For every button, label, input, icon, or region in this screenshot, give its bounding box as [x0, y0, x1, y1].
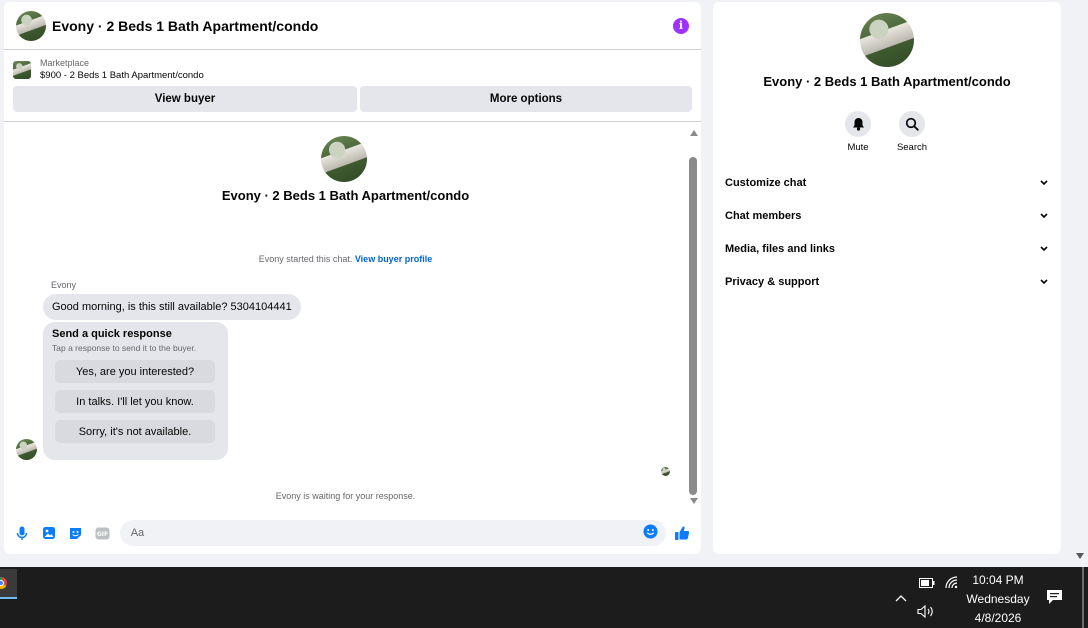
- info-avatar[interactable]: [860, 13, 914, 67]
- view-buyer-button[interactable]: View buyer: [13, 86, 357, 112]
- quick-response-button[interactable]: Yes, are you interested?: [55, 360, 215, 383]
- volume-icon[interactable]: [916, 604, 936, 618]
- info-icon[interactable]: i: [673, 17, 689, 34]
- bell-icon: [845, 111, 871, 137]
- clock-date: 4/8/2026: [974, 611, 1022, 625]
- thumbs-up-icon[interactable]: [674, 525, 690, 541]
- listing-thumbnail: [13, 60, 31, 79]
- started-text: Evony started this chat.: [258, 254, 353, 264]
- section-label: Privacy & support: [725, 276, 820, 288]
- chat-title[interactable]: Evony · 2 Beds 1 Bath Apartment/condo: [52, 18, 673, 34]
- section-label: Chat members: [725, 210, 802, 222]
- section-customize-chat[interactable]: Customize chat: [725, 173, 1049, 193]
- mute-label: Mute: [847, 142, 869, 153]
- message-bubble[interactable]: Good morning, is this still available? 5…: [43, 294, 301, 320]
- quick-response-subtitle: Tap a response to send it to the buyer.: [52, 343, 197, 353]
- chrome-icon: [0, 577, 7, 589]
- quick-response-button[interactable]: Sorry, it's not available.: [55, 420, 215, 443]
- taskbar: 10:04 PM Wednesday 4/8/2026: [0, 567, 1088, 628]
- scroll-up-arrow[interactable]: [690, 130, 698, 136]
- quick-response-button[interactable]: In talks. I'll let you know.: [55, 390, 215, 413]
- search-button[interactable]: Search: [887, 111, 937, 153]
- clock-time: 10:04 PM: [972, 573, 1024, 587]
- marketplace-listing[interactable]: Marketplace $900 - 2 Beds 1 Bath Apartme…: [4, 50, 701, 81]
- composer: GIF Aa: [4, 516, 701, 550]
- chevron-down-icon: [1039, 277, 1049, 287]
- chat-panel: Evony · 2 Beds 1 Bath Apartment/condo i …: [4, 2, 701, 554]
- listing-title: $900 - 2 Beds 1 Bath Apartment/condo: [40, 70, 204, 81]
- chevron-down-icon: [1039, 211, 1049, 221]
- page-scroll-down-arrow[interactable]: [1076, 553, 1084, 559]
- sender-name: Evony: [51, 280, 77, 290]
- message-list: Evony · 2 Beds 1 Bath Apartment/condo Ev…: [4, 126, 687, 506]
- conversation-avatar: [321, 136, 367, 182]
- scroll-thumb[interactable]: [689, 157, 697, 495]
- section-media-files-links[interactable]: Media, files and links: [725, 239, 1049, 259]
- quick-response-title: Send a quick response: [52, 328, 172, 340]
- chat-started-notice: Evony started this chat. View buyer prof…: [4, 254, 687, 264]
- chevron-down-icon: [1039, 244, 1049, 254]
- message-input[interactable]: Aa: [119, 520, 667, 546]
- more-options-button[interactable]: More options: [360, 86, 692, 112]
- conversation-name: Evony · 2 Beds 1 Bath Apartment/condo: [221, 188, 470, 203]
- divider: [4, 119, 701, 122]
- section-privacy-support[interactable]: Privacy & support: [725, 272, 1049, 292]
- taskbar-chrome-button[interactable]: [0, 569, 17, 599]
- wifi-icon[interactable]: [943, 574, 961, 590]
- waiting-notice: Evony is waiting for your response.: [275, 491, 416, 501]
- seen-indicator-avatar: [661, 467, 670, 476]
- notification-icon[interactable]: [1046, 589, 1063, 605]
- view-buyer-profile-link[interactable]: View buyer profile: [355, 254, 432, 264]
- system-clock[interactable]: 10:04 PM Wednesday 4/8/2026: [961, 571, 1035, 628]
- section-label: Media, files and links: [725, 243, 836, 255]
- microphone-icon[interactable]: [14, 525, 30, 541]
- section-chat-members[interactable]: Chat members: [725, 206, 1049, 226]
- info-name: Evony · 2 Beds 1 Bath Apartment/condo: [763, 74, 1011, 89]
- section-label: Customize chat: [725, 177, 807, 189]
- clock-day: Wednesday: [966, 592, 1030, 606]
- emoji-icon[interactable]: [643, 524, 658, 542]
- marketplace-label: Marketplace: [40, 58, 90, 68]
- sender-avatar[interactable]: [16, 439, 37, 460]
- chat-info-panel: Evony · 2 Beds 1 Bath Apartment/condo Mu…: [713, 2, 1061, 554]
- search-label: Search: [896, 142, 928, 153]
- sticker-icon[interactable]: [68, 525, 84, 541]
- chevron-down-icon: [1039, 178, 1049, 188]
- chat-avatar[interactable]: [16, 10, 46, 41]
- message-scrollbar[interactable]: [687, 126, 701, 506]
- message-input-placeholder: Aa: [130, 527, 145, 539]
- show-desktop-button[interactable]: [1082, 567, 1084, 628]
- chat-header: Evony · 2 Beds 1 Bath Apartment/condo i: [4, 2, 701, 50]
- image-icon[interactable]: [41, 525, 57, 541]
- chevron-up-icon[interactable]: [893, 591, 909, 605]
- gif-icon[interactable]: GIF: [95, 525, 111, 541]
- quick-response-card: Send a quick response Tap a response to …: [43, 322, 228, 460]
- battery-icon[interactable]: [918, 576, 936, 590]
- search-icon: [899, 111, 925, 137]
- gif-icon-label: GIF: [97, 531, 108, 538]
- mute-button[interactable]: Mute: [833, 111, 883, 153]
- scroll-down-arrow[interactable]: [690, 498, 698, 504]
